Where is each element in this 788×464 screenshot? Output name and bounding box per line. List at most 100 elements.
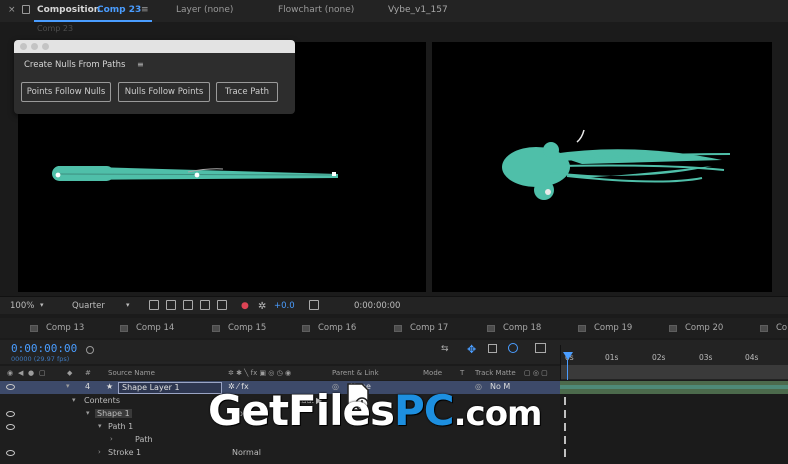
lock-icon[interactable] <box>22 5 30 14</box>
tab-comp-15[interactable]: Comp 15 <box>212 323 266 333</box>
keyframe-marker[interactable] <box>564 449 566 457</box>
visibility-eye-icon[interactable] <box>6 411 15 417</box>
shy-layers-icon[interactable]: ✥ <box>467 343 476 356</box>
tab-comp-13[interactable]: Comp 13 <box>30 323 84 333</box>
audio-column-icon[interactable]: ◀ <box>18 369 23 377</box>
chevron-down-icon[interactable]: ▾ <box>126 301 130 309</box>
tab-comp-14[interactable]: Comp 14 <box>120 323 174 333</box>
region-of-interest-icon[interactable] <box>200 300 210 310</box>
timeline-track-area[interactable] <box>560 380 788 464</box>
draft-3d-icon[interactable]: ⇆ <box>441 344 449 354</box>
points-follow-nulls-button[interactable]: Points Follow Nulls <box>21 82 111 102</box>
layer-duration-bar[interactable] <box>560 381 788 394</box>
layer-bar-stripe <box>560 385 788 389</box>
visibility-column-icon[interactable]: ◉ <box>7 369 13 377</box>
close-tab-icon[interactable]: × <box>8 5 16 15</box>
tab-comp-16[interactable]: Comp 16 <box>302 323 356 333</box>
keyframe-marker[interactable] <box>564 436 566 444</box>
zoom-dot-icon[interactable] <box>42 43 49 50</box>
motion-blur-icon[interactable] <box>508 343 518 353</box>
playhead-handle[interactable] <box>563 352 573 360</box>
expand-triangle-icon[interactable]: ▾ <box>86 409 90 417</box>
minimize-dot-icon[interactable] <box>31 43 38 50</box>
dialog-menu-icon[interactable]: ≡ <box>137 60 144 69</box>
time-ruler[interactable]: 0s 01s 02s 03s 04s <box>560 345 788 380</box>
visibility-eye-icon[interactable] <box>6 450 15 456</box>
resolution-select[interactable]: Quarter <box>72 301 105 311</box>
label-column-icon[interactable]: ◆ <box>67 369 72 377</box>
graph-editor-icon[interactable] <box>535 343 546 353</box>
ruler-tick: 01s <box>605 353 619 362</box>
lock-column-icon[interactable]: ▢ <box>39 369 46 377</box>
solo-column-icon[interactable]: ● <box>28 369 34 377</box>
nulls-follow-points-button[interactable]: Nulls Follow Points <box>118 82 210 102</box>
layer-name-field[interactable]: Shape Layer 1 <box>118 382 222 394</box>
stroke-1-blend-mode[interactable]: Normal <box>232 448 261 457</box>
expand-triangle-icon[interactable]: ▾ <box>72 396 76 404</box>
close-dot-icon[interactable] <box>20 43 27 50</box>
path-1-label[interactable]: Path 1 <box>108 422 133 431</box>
color-channels-icon[interactable]: ● <box>241 301 249 311</box>
visibility-eye-icon[interactable] <box>6 424 15 430</box>
composition-icon <box>760 324 768 332</box>
transparency-grid-icon[interactable] <box>166 300 176 310</box>
composition-icon <box>302 324 310 332</box>
current-timecode[interactable]: 0:00:00:00 <box>11 342 77 355</box>
ruler-tick: 04s <box>745 353 759 362</box>
mask-visibility-icon[interactable] <box>183 300 193 310</box>
path-vertex[interactable] <box>194 172 200 178</box>
active-tab-underline <box>34 20 152 22</box>
project-tab[interactable]: Vybe_v1_157 <box>388 5 448 15</box>
tab-comp-21[interactable]: Co <box>760 323 787 333</box>
layer-number: 4 <box>85 382 91 391</box>
viewer-sub-tab[interactable]: Comp 23 <box>37 24 73 33</box>
parent-link-header: Parent & Link <box>332 369 379 377</box>
viewer-toolbar: 100% ▾ Quarter ▾ ● ✲ +0.0 0:00:00:00 <box>0 296 788 314</box>
tab-comp-20[interactable]: Comp 20 <box>669 323 723 333</box>
column-options-icon[interactable]: ▢ ◎ ▢ <box>524 369 548 377</box>
search-icon[interactable] <box>86 346 94 354</box>
color-management-icon[interactable]: ✲ <box>258 301 266 312</box>
create-nulls-dialog: Create Nulls From Paths ≡ Points Follow … <box>14 40 295 114</box>
grid-guides-icon[interactable] <box>217 300 227 310</box>
shape-1-label[interactable]: Shape 1 <box>95 409 132 418</box>
tab-comp-17[interactable]: Comp 17 <box>394 323 448 333</box>
tab-comp-18[interactable]: Comp 18 <box>487 323 541 333</box>
composition-viewer-right[interactable] <box>432 42 772 292</box>
flowchart-panel-tab[interactable]: Flowchart (none) <box>278 5 354 15</box>
dialog-titlebar[interactable] <box>14 40 295 53</box>
path-vertex[interactable] <box>55 172 61 178</box>
path-label[interactable]: Path <box>135 435 153 444</box>
path-row[interactable]: › Path <box>0 434 560 447</box>
source-name-header[interactable]: Source Name <box>108 369 155 377</box>
tab-comp-19[interactable]: Comp 19 <box>578 323 632 333</box>
composition-icon <box>30 324 38 332</box>
viewer-timecode[interactable]: 0:00:00:00 <box>354 301 400 311</box>
collapse-triangle-icon[interactable]: › <box>98 448 101 456</box>
stroke-1-row[interactable]: › Stroke 1 Normal <box>0 447 560 460</box>
frame-blending-icon[interactable] <box>488 344 497 353</box>
stroke-1-label[interactable]: Stroke 1 <box>108 448 141 457</box>
composition-tab[interactable]: Comp 23 <box>97 5 141 15</box>
expand-triangle-icon[interactable]: ▾ <box>98 422 102 430</box>
keyframe-marker[interactable] <box>564 423 566 431</box>
snapshot-region-icon[interactable] <box>149 300 159 310</box>
path-vertex[interactable] <box>332 172 336 176</box>
expand-triangle-icon[interactable]: ▾ <box>66 382 70 390</box>
visibility-eye-icon[interactable] <box>6 384 15 390</box>
shape-layer-star-icon: ★ <box>106 382 114 391</box>
layer-panel-tab[interactable]: Layer (none) <box>176 5 233 15</box>
composition-icon <box>487 324 495 332</box>
composition-icon <box>120 324 128 332</box>
composition-icon <box>212 324 220 332</box>
zoom-select[interactable]: 100% <box>10 301 34 311</box>
chevron-down-icon[interactable]: ▾ <box>40 301 44 309</box>
collapse-triangle-icon[interactable]: › <box>110 435 113 443</box>
work-area-bar[interactable] <box>561 365 788 379</box>
trace-path-button[interactable]: Trace Path <box>216 82 278 102</box>
keyframe-marker[interactable] <box>564 397 566 405</box>
panel-menu-icon[interactable]: ≡ <box>141 5 149 15</box>
exposure-value[interactable]: +0.0 <box>274 301 295 311</box>
keyframe-marker[interactable] <box>564 410 566 418</box>
camera-snapshot-icon[interactable] <box>309 300 319 310</box>
